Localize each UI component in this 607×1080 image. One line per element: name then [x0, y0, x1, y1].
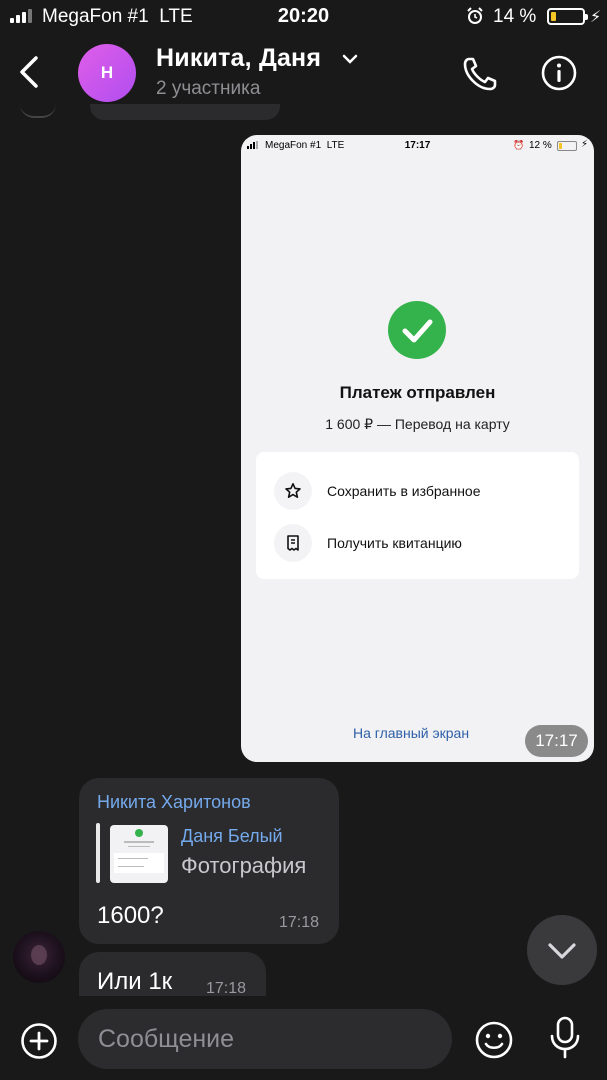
message-input[interactable] [78, 1009, 452, 1069]
status-bar: MegaFon #1 LTE 20:20 14 % ⚡ [0, 0, 607, 34]
sender-avatar[interactable] [13, 931, 65, 983]
sender-name[interactable]: Никита Харитонов [97, 792, 251, 813]
message-bubble[interactable]: Никита Харитонов Даня Белый Фотография 1… [79, 778, 339, 944]
message-time: 17:18 [278, 914, 319, 931]
chevron-down-icon[interactable] [340, 52, 360, 66]
message-time: 17:18 [205, 980, 246, 996]
charging-icon: ⚡ [590, 9, 602, 26]
chat-title[interactable]: Никита, Даня [156, 44, 321, 73]
star-icon [274, 472, 312, 510]
message-text: Или 1к [97, 968, 173, 995]
reply-media-type: Фотография [181, 853, 307, 878]
actions-card: Сохранить в избранное Получить квитанцию [256, 452, 579, 579]
composer [0, 996, 607, 1080]
success-check-icon [388, 301, 446, 359]
payment-subtitle: 1 600 ₽ — Перевод на карту [325, 416, 510, 432]
info-icon[interactable] [540, 54, 578, 92]
action-save-favorite: Сохранить в избранное [274, 472, 564, 512]
payment-title: Платеж отправлен [339, 383, 496, 402]
image-timestamp: 17:17 [525, 725, 588, 757]
home-screen-link: На главный экран [353, 725, 470, 741]
scroll-down-button[interactable] [527, 915, 597, 985]
reply-thumbnail[interactable] [110, 825, 168, 883]
previous-message-edge [90, 104, 280, 120]
screenshot-status-bar: MegaFon #1 LTE 17:17 ⏰ 12 % ⚡ [241, 135, 594, 157]
message-bubble[interactable]: Или 1к 17:18 [79, 952, 266, 996]
action-get-receipt: Получить квитанцию [274, 524, 564, 564]
participants-count: 2 участника [156, 78, 261, 99]
image-message[interactable]: MegaFon #1 LTE 17:17 ⏰ 12 % ⚡ Платеж отп… [241, 135, 594, 762]
message-text: 1600? [97, 902, 164, 929]
group-avatar[interactable]: Н [78, 44, 136, 102]
reply-author[interactable]: Даня Белый [181, 826, 283, 847]
battery-icon [557, 141, 577, 151]
phone-icon[interactable] [460, 54, 500, 94]
emoji-icon[interactable] [474, 1020, 514, 1060]
receipt-icon [274, 524, 312, 562]
microphone-icon[interactable] [548, 1016, 582, 1060]
plus-icon[interactable] [20, 1022, 58, 1060]
reply-indicator [96, 823, 100, 883]
chevron-down-icon [548, 943, 576, 959]
battery-percent: 14 % [493, 6, 537, 27]
battery-icon [547, 8, 588, 25]
alarm-icon [467, 7, 483, 24]
charging-icon: ⚡ [581, 139, 589, 150]
back-chevron-icon[interactable] [14, 52, 44, 92]
alarm-icon: ⏰ [513, 140, 525, 150]
